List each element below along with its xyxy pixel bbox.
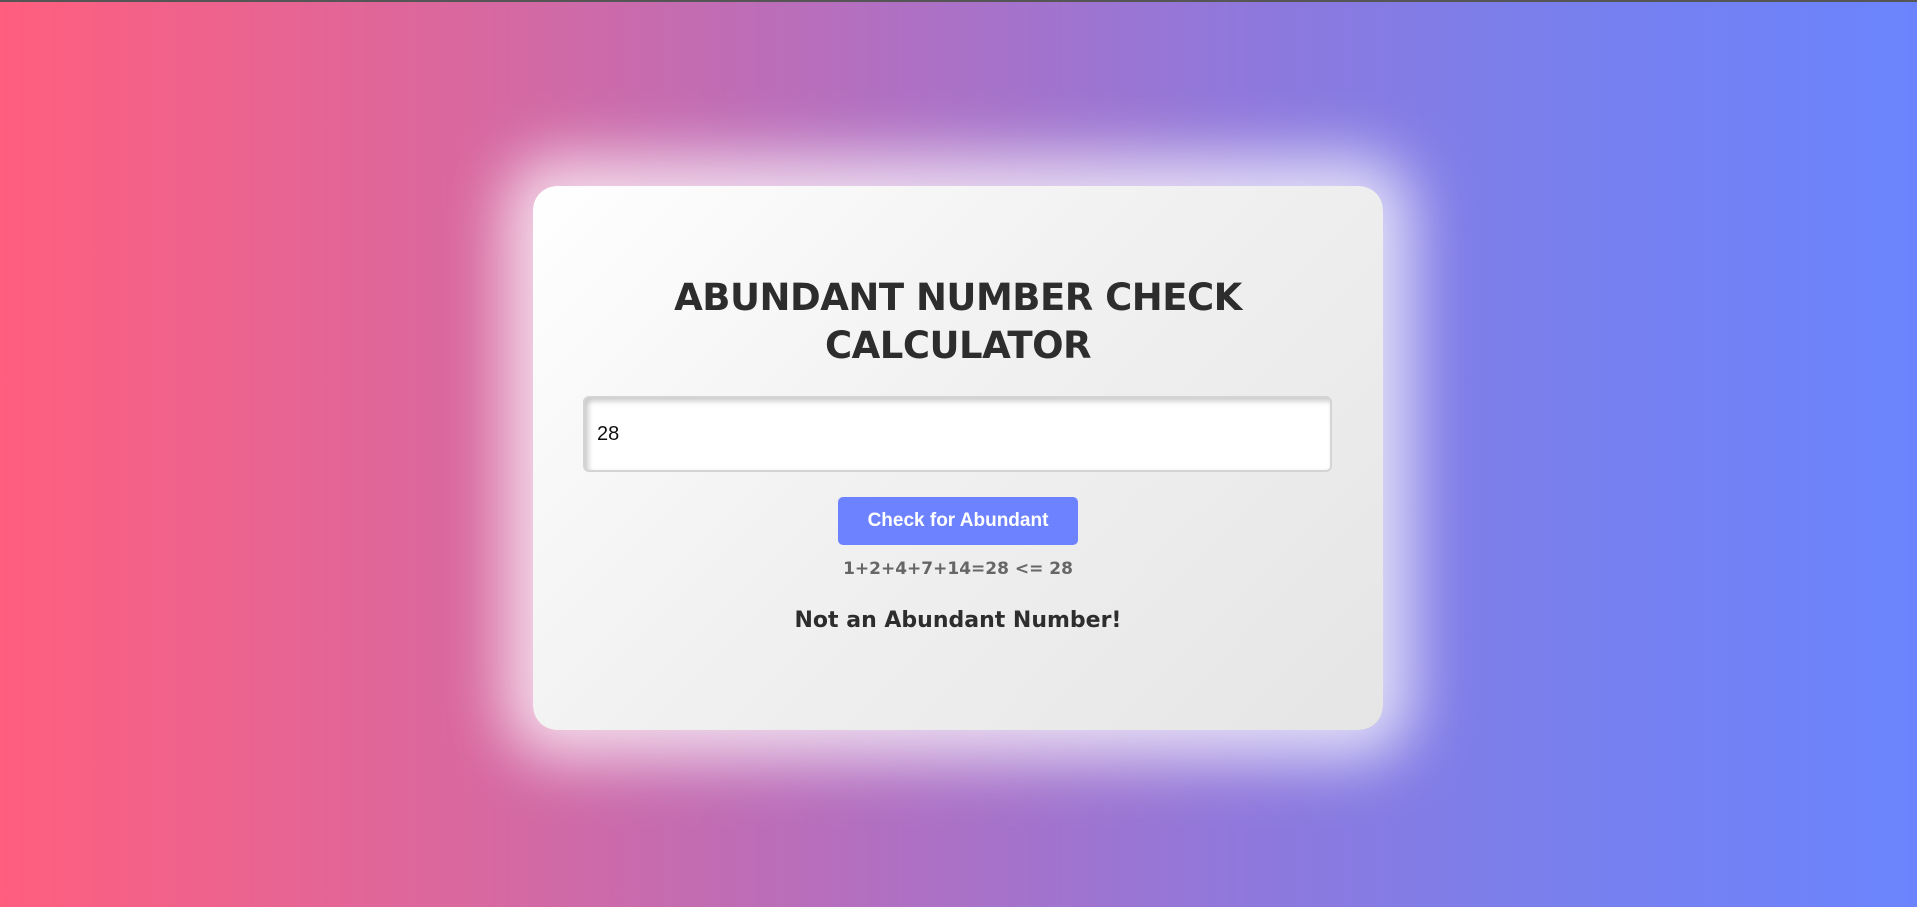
check-abundant-button[interactable]: Check for Abundant xyxy=(838,497,1078,545)
title-line-2: CALCULATOR xyxy=(824,324,1092,367)
top-border xyxy=(0,0,1917,2)
number-input[interactable] xyxy=(583,396,1332,472)
page-title: ABUNDANT NUMBER CHECK CALCULATOR xyxy=(533,274,1383,370)
calculator-card: ABUNDANT NUMBER CHECK CALCULATOR Check f… xyxy=(533,186,1383,730)
result-message: Not an Abundant Number! xyxy=(794,608,1122,633)
title-line-1: ABUNDANT NUMBER CHECK xyxy=(674,276,1242,319)
divisor-sum-text: 1+2+4+7+14=28 <= 28 xyxy=(843,559,1073,579)
